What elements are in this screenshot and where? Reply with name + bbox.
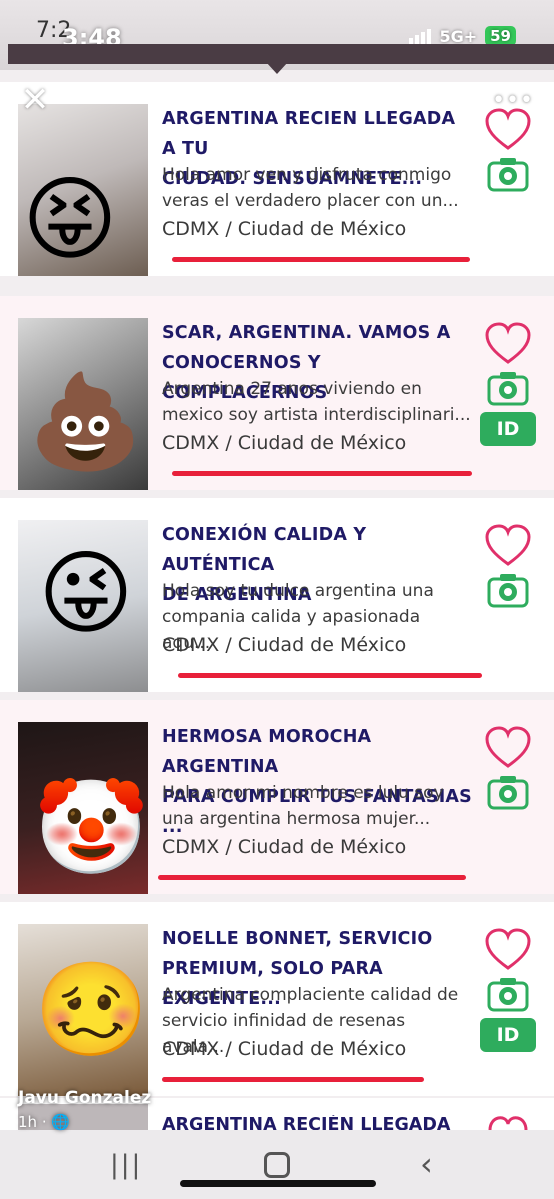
emoji-sticker: 💩	[28, 368, 143, 475]
listing-title-line: ARGENTINA RECIEN LLEGADA A TU	[162, 109, 456, 159]
recent-apps-icon[interactable]: |||	[110, 1150, 142, 1180]
listing-location: CDMX / Ciudad de México	[162, 634, 407, 656]
red-underline	[158, 875, 466, 880]
heart-icon-partial[interactable]	[484, 1112, 532, 1130]
favorite-heart-icon[interactable]	[484, 726, 532, 770]
listing-description-line: Hola soy tu dulce argentina una	[162, 581, 434, 601]
emoji-sticker: 🥴	[34, 956, 148, 1063]
listing-description-line: mexico soy artista interdisciplinari...	[162, 405, 471, 425]
listing-title-partial: ARGENTINA RECIÉN LLEGADA	[162, 1115, 451, 1131]
listing-description-line: veras el verdadero placer con un...	[162, 191, 459, 211]
story-time: 1h · 🌐	[18, 1113, 71, 1131]
emoji-sticker: 😜	[38, 540, 134, 647]
listing-photo[interactable]: 🤡	[18, 722, 148, 894]
photos-camera-icon[interactable]	[487, 370, 529, 406]
signal-icon	[409, 28, 432, 44]
red-underline	[172, 257, 470, 262]
status-icons: 5G+ 59	[409, 26, 516, 46]
listing-photo[interactable]: 🥴	[18, 924, 148, 1096]
listing-description: Argentina 27 anos viviendo en mexico soy …	[162, 376, 472, 428]
photos-camera-icon[interactable]	[487, 156, 529, 192]
battery-icon: 59	[485, 26, 516, 46]
home-indicator	[180, 1180, 376, 1187]
listing-title-line: HERMOSA MOROCHA ARGENTINA	[162, 727, 372, 777]
listing-description-line: Hola amor ven y disfruta conmigo	[162, 165, 452, 185]
listing-title-line: CONEXIÓN CALIDA Y AUTÉNTICA	[162, 525, 367, 575]
emoji-sticker: 🤡	[34, 774, 148, 881]
listing-description: Hola amor ven y disfruta conmigo veras el…	[162, 162, 472, 214]
listing-location: CDMX / Ciudad de México	[162, 218, 407, 240]
listing-location: CDMX / Ciudad de México	[162, 836, 407, 858]
id-verified-badge[interactable]: ID	[480, 1018, 536, 1052]
favorite-heart-icon[interactable]	[484, 524, 532, 568]
listing-location: CDMX / Ciudad de México	[162, 432, 407, 454]
home-icon[interactable]	[264, 1152, 290, 1178]
red-underline	[162, 1077, 424, 1082]
photos-camera-icon[interactable]	[487, 976, 529, 1012]
favorite-heart-icon[interactable]	[484, 928, 532, 972]
listing-description-line: una argentina hermosa mujer...	[162, 809, 431, 829]
emoji-sticker: 😝	[22, 166, 118, 273]
photos-camera-icon[interactable]	[487, 774, 529, 810]
network-label: 5G+	[439, 26, 478, 46]
listing-photo[interactable]: 😝	[18, 104, 148, 276]
app-header-strip	[8, 44, 554, 64]
red-underline	[178, 673, 482, 678]
photos-camera-icon[interactable]	[487, 572, 529, 608]
listing-location: CDMX / Ciudad de México	[162, 1038, 407, 1060]
listing-description: Hola amor mi nombre es lulu soy una argen…	[162, 780, 472, 832]
favorite-heart-icon[interactable]	[484, 322, 532, 366]
id-verified-badge[interactable]: ID	[480, 412, 536, 446]
header-notch	[266, 62, 288, 74]
listing-description-line: Hola amor mi nombre es lulu soy	[162, 783, 444, 803]
red-underline	[172, 471, 472, 476]
favorite-heart-icon[interactable]	[484, 108, 532, 152]
more-options-icon[interactable]: •••	[492, 88, 534, 113]
listing-photo[interactable]: 😜	[18, 520, 148, 692]
listing-description-line: Argentina 27 anos viviendo en	[162, 379, 422, 399]
close-icon[interactable]: ✕	[20, 83, 50, 117]
listing-title-line: SCAR, ARGENTINA. VAMOS A	[162, 323, 451, 343]
listing-photo[interactable]: 💩	[18, 318, 148, 490]
back-icon[interactable]: ‹	[420, 1145, 433, 1183]
story-author: Javu Gonzalez	[18, 1088, 152, 1108]
listing-title-line: NOELLE BONNET, SERVICIO	[162, 929, 433, 949]
listing-description-line: Argentina complaciente calidad de	[162, 985, 459, 1005]
globe-icon: 🌐	[51, 1113, 71, 1131]
